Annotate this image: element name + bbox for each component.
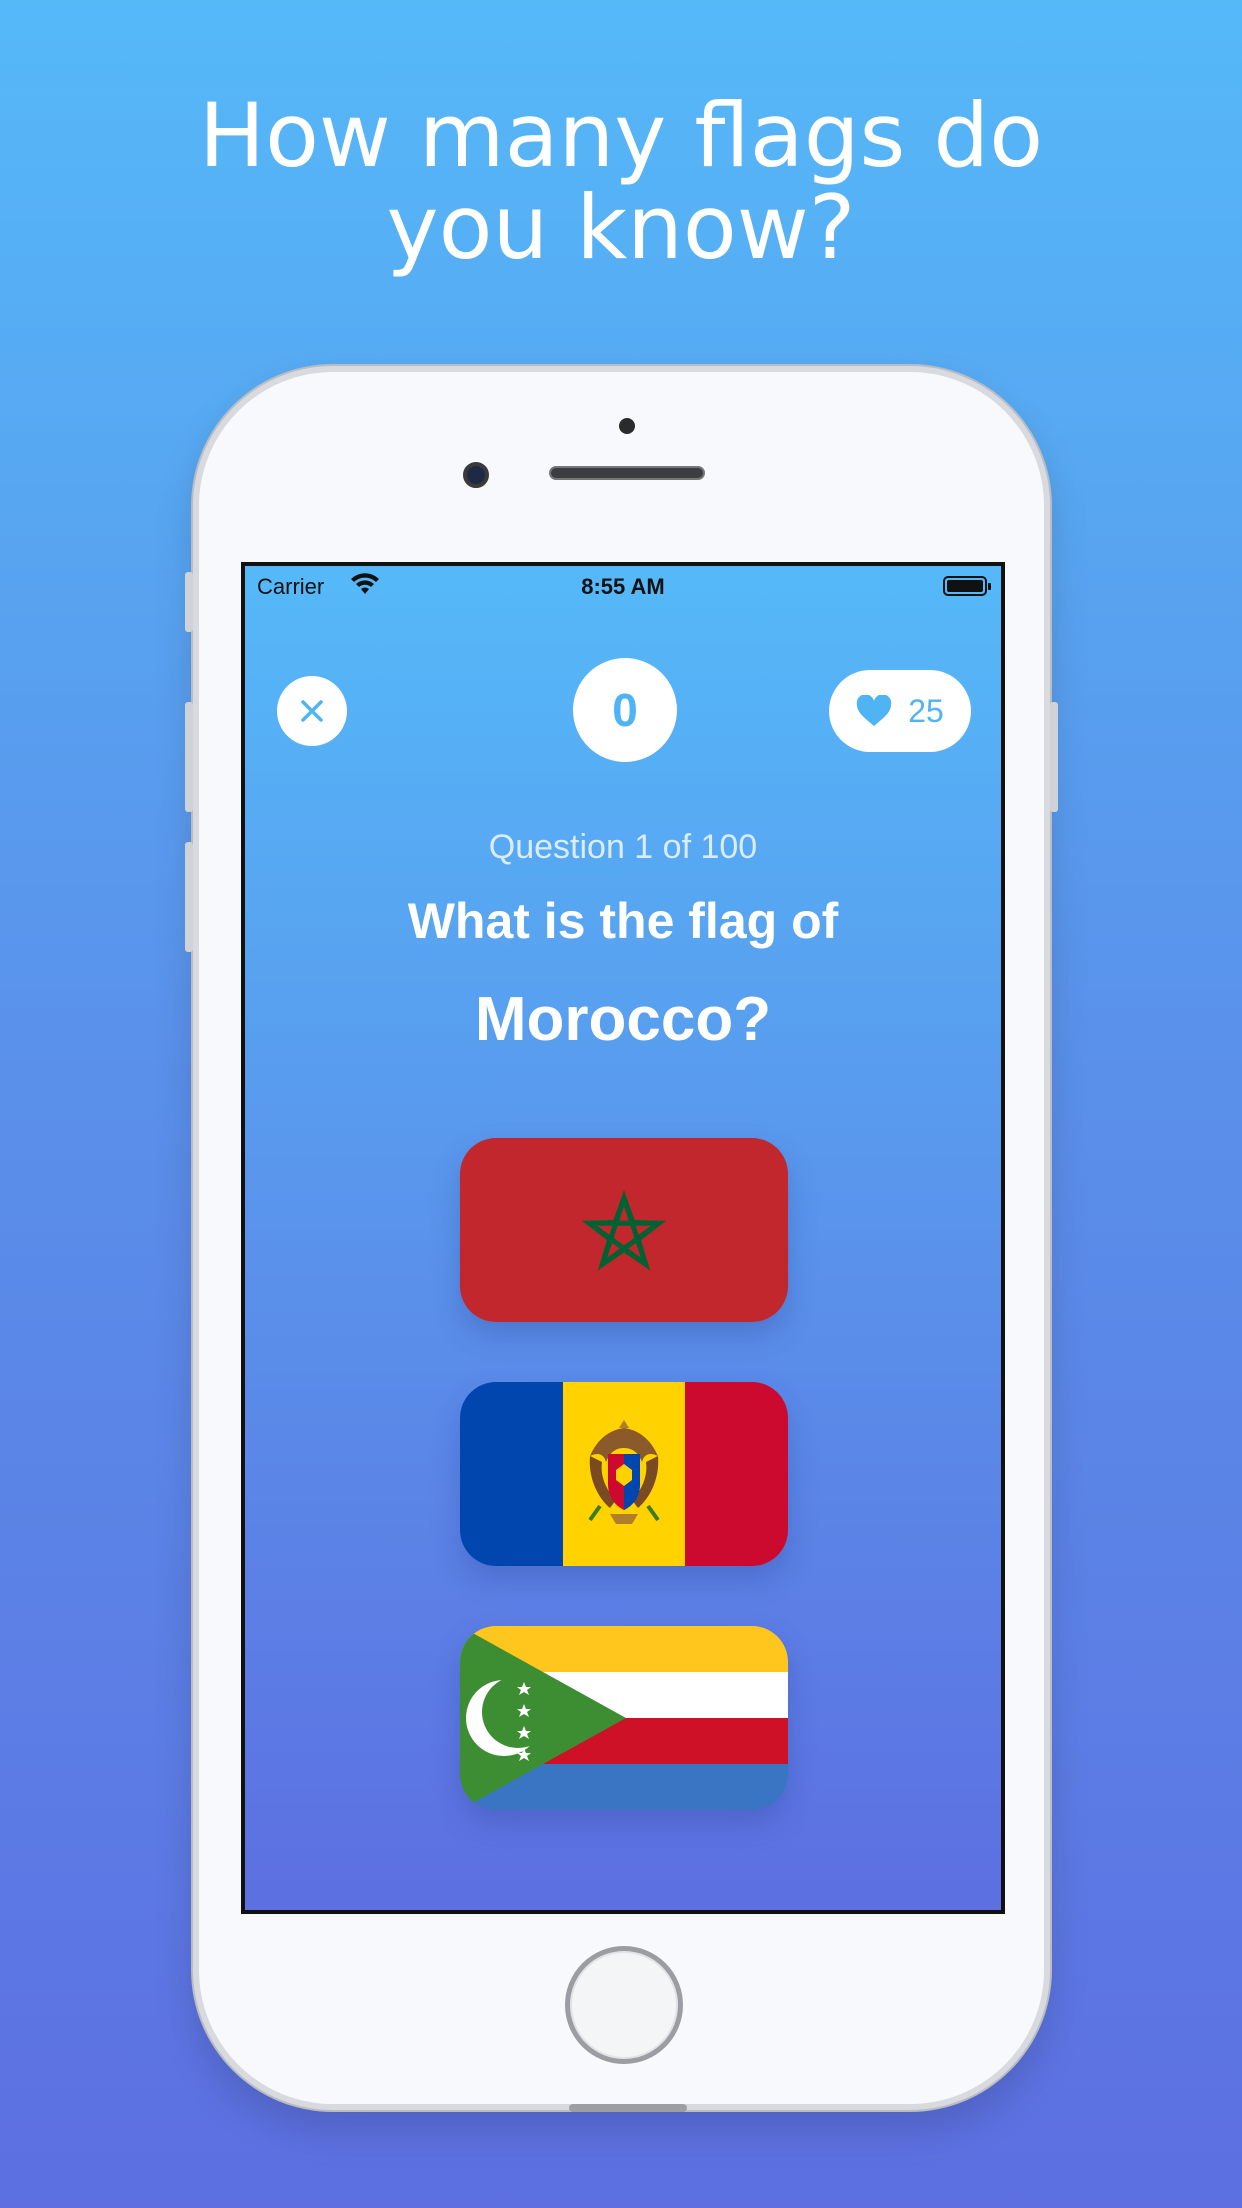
headline: How many flags do you know?	[0, 90, 1242, 274]
close-icon	[301, 700, 323, 722]
status-time: 8:55 AM	[581, 574, 665, 599]
mute-switch	[185, 572, 193, 632]
headline-line-2: you know?	[386, 176, 856, 279]
volume-down-button	[185, 842, 193, 952]
front-camera	[463, 462, 489, 488]
flag-option-comoros[interactable]	[460, 1626, 788, 1810]
question-progress: Question 1 of 100	[488, 828, 758, 866]
lightning-port	[569, 2104, 687, 2112]
score-value: 0	[612, 684, 638, 736]
flag-option-moldova[interactable]	[460, 1382, 788, 1566]
flag-option-morocco[interactable]	[460, 1138, 788, 1322]
home-button[interactable]	[565, 1946, 683, 2064]
phone-frame: Carrier 8:55 AM 0 25 Question 1 of 100 W…	[185, 366, 1058, 2112]
comoros-flag-image	[460, 1626, 788, 1810]
country-name: Morocco?	[474, 985, 772, 1054]
score-counter: 0	[573, 658, 677, 762]
status-bar: Carrier 8:55 AM	[245, 566, 1001, 602]
earpiece-speaker	[549, 466, 705, 480]
lives-badge: 25	[829, 670, 971, 752]
morocco-flag-image	[460, 1138, 788, 1322]
battery-level	[947, 580, 983, 592]
question-prompt: What is the flag of	[407, 893, 839, 949]
battery-icon	[943, 576, 991, 596]
lives-value: 25	[908, 692, 944, 729]
moldova-flag-image	[460, 1382, 788, 1566]
close-button[interactable]	[277, 676, 347, 746]
heart-icon	[856, 695, 892, 726]
power-button	[1050, 702, 1058, 812]
volume-up-button	[185, 702, 193, 812]
proximity-sensor	[619, 418, 635, 434]
headline-line-1: How many flags do	[198, 84, 1044, 187]
app-screen: Carrier 8:55 AM 0 25 Question 1 of 100 W…	[241, 562, 1005, 1914]
